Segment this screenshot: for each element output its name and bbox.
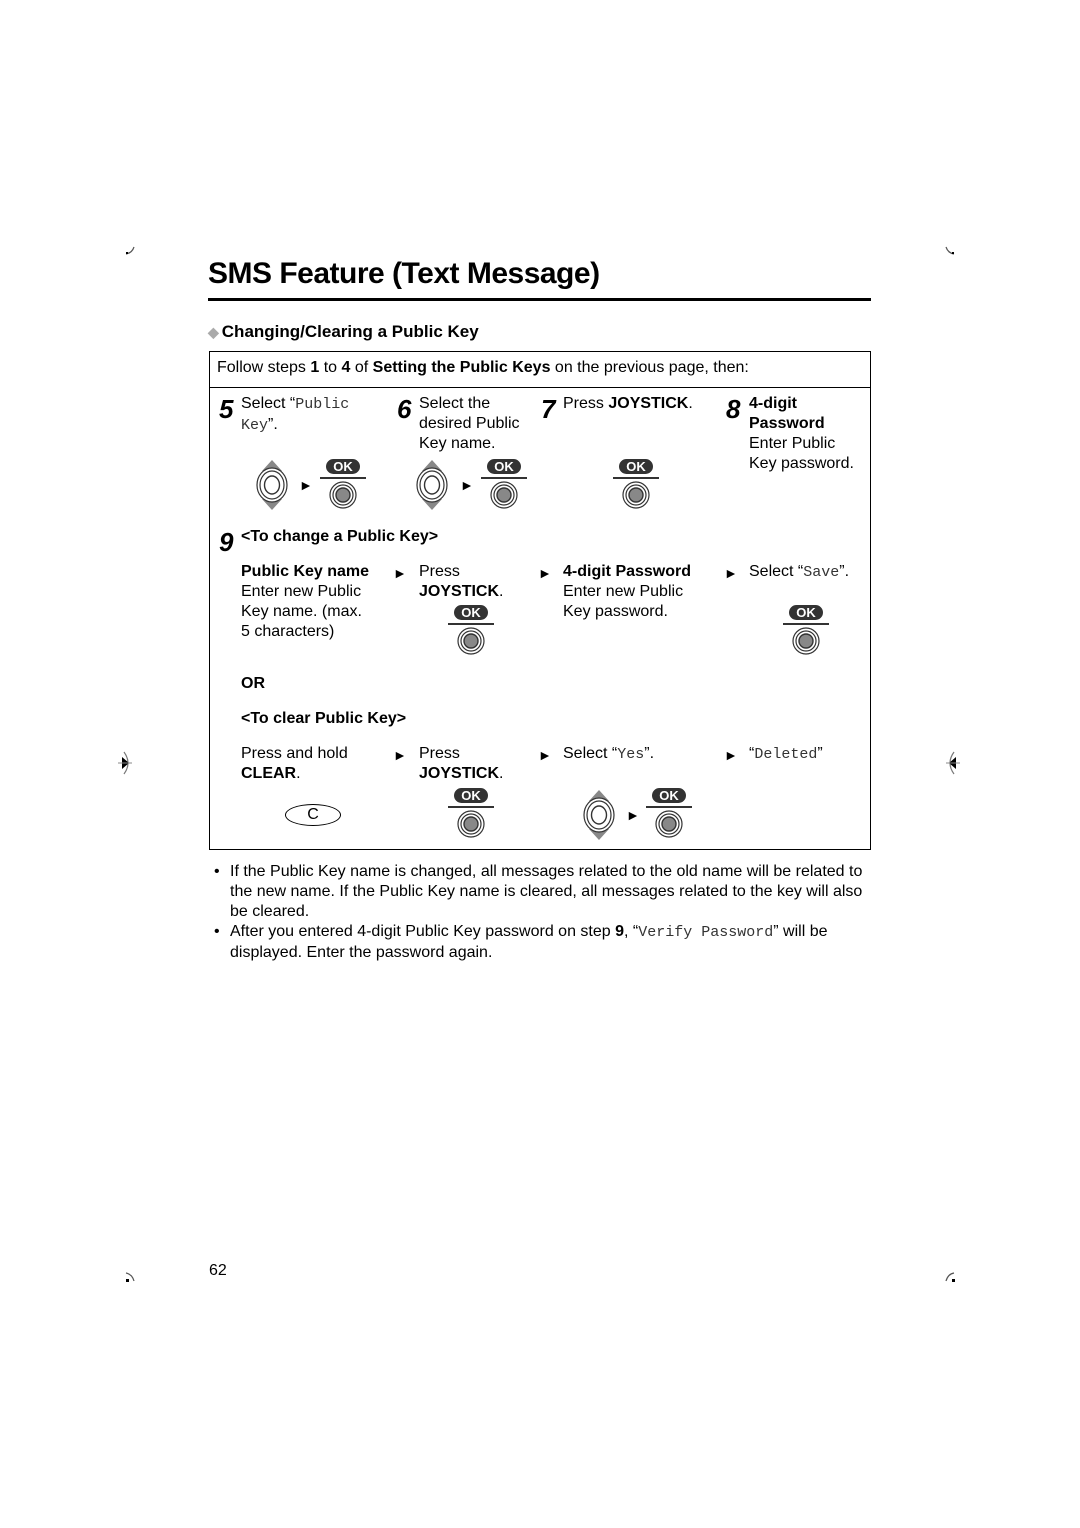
ok-label: OK [454, 788, 488, 803]
page-number: 62 [209, 1262, 227, 1279]
arrow-right-icon: ► [460, 477, 474, 493]
crop-mark-icon [125, 246, 135, 255]
or-label: OR [241, 675, 265, 692]
change-subheading: <To change a Public Key> [241, 528, 439, 545]
clear-key-icon: C [285, 804, 341, 826]
arrow-right-icon: ► [626, 807, 640, 823]
ok-joystick-button: OK [613, 459, 659, 507]
step-number: 6 [397, 394, 412, 424]
notes-list: • If the Public Key name is changed, all… [214, 862, 864, 963]
arrow-right-icon: ► [393, 747, 407, 763]
joystick-up-down-icon [255, 459, 289, 511]
bullet-icon: • [214, 923, 220, 940]
arrow-right-icon: ► [538, 747, 552, 763]
diamond-icon: ◆ [208, 324, 219, 340]
note-item: • If the Public Key name is changed, all… [214, 863, 863, 920]
ok-joystick-button: OK [783, 605, 829, 653]
arrow-right-icon: ► [724, 747, 738, 763]
step-number: 5 [219, 394, 234, 424]
change-col-4: Select “Save”. [749, 563, 850, 581]
joystick-press-icon [622, 481, 650, 509]
ok-label: OK [487, 459, 521, 474]
ok-label: OK [789, 605, 823, 620]
crop-mark-icon [945, 1272, 955, 1282]
reference-link: Setting the Public Keys [372, 359, 551, 376]
arrow-right-icon: ► [724, 565, 738, 581]
arrow-right-icon: ► [538, 565, 552, 581]
step-number: 8 [726, 394, 741, 424]
ok-joystick-button: OK [646, 788, 692, 836]
clear-col-1: Press and hold CLEAR. [241, 745, 348, 782]
ok-label: OK [326, 459, 360, 474]
ok-label: OK [454, 605, 488, 620]
change-col-1: Public Key name Enter new Public Key nam… [241, 563, 370, 640]
registration-mark-icon [946, 751, 960, 775]
clear-col-4: “Deleted” [749, 745, 823, 763]
step-6-text: Select the desired Public Key name. [419, 395, 520, 452]
change-col-2: Press JOYSTICK. [419, 563, 504, 600]
clear-col-2: Press JOYSTICK. [419, 745, 504, 782]
joystick-press-icon [490, 481, 518, 509]
joystick-press-icon [457, 627, 485, 655]
ok-joystick-button: OK [320, 459, 366, 507]
title-divider [208, 298, 871, 301]
joystick-press-icon [655, 810, 683, 838]
step-number: 7 [541, 394, 556, 424]
bullet-icon: • [214, 863, 220, 880]
step-8-text: 4-digit Password Enter Public Key passwo… [749, 395, 854, 472]
registration-mark-icon [118, 751, 132, 775]
arrow-right-icon: ► [299, 477, 313, 493]
procedure-intro: Follow steps 1 to 4 of Setting the Publi… [217, 359, 749, 376]
arrow-right-icon: ► [393, 565, 407, 581]
joystick-up-down-icon [415, 459, 449, 511]
step-number: 9 [219, 527, 234, 557]
crop-mark-icon [945, 246, 955, 255]
note-item: • After you entered 4-digit Public Key p… [214, 923, 828, 961]
crop-mark-icon [125, 1272, 135, 1282]
joystick-press-icon [329, 481, 357, 509]
ok-label: OK [652, 788, 686, 803]
section-heading: ◆ Changing/Clearing a Public Key [208, 322, 479, 342]
ok-joystick-button: OK [448, 605, 494, 653]
section-heading-text: Changing/Clearing a Public Key [221, 322, 479, 341]
clear-subheading: <To clear Public Key> [241, 710, 407, 727]
change-col-3: 4-digit Password Enter new Public Key pa… [563, 563, 692, 620]
step-5-text: Select “Public Key”. [241, 395, 350, 434]
step-7-text: Press JOYSTICK. [563, 395, 693, 412]
ok-joystick-button: OK [448, 788, 494, 836]
joystick-up-down-icon [582, 789, 616, 841]
joystick-press-icon [792, 627, 820, 655]
joystick-press-icon [457, 810, 485, 838]
ok-label: OK [619, 459, 653, 474]
page-title: SMS Feature (Text Message) [208, 257, 600, 290]
clear-col-3: Select “Yes”. [563, 745, 655, 763]
ok-joystick-button: OK [481, 459, 527, 507]
